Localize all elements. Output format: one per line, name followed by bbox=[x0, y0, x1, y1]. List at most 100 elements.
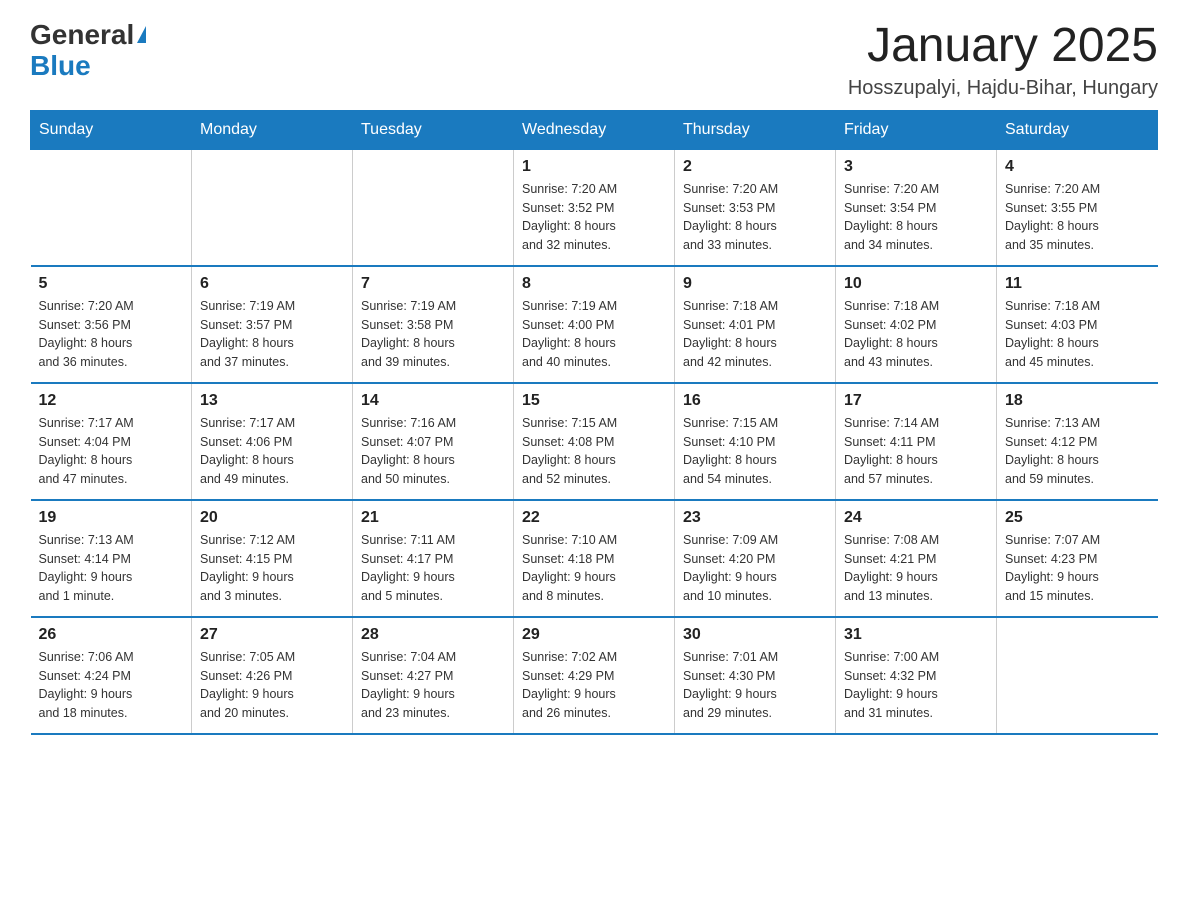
day-cell-4: 4 Sunrise: 7:20 AM Sunset: 3:55 PM Daylig… bbox=[997, 149, 1158, 266]
day-number: 6 bbox=[200, 275, 344, 293]
day-cell-22: 22Sunrise: 7:10 AM Sunset: 4:18 PM Dayli… bbox=[514, 500, 675, 617]
day-info: Sunrise: 7:15 AM Sunset: 4:08 PM Dayligh… bbox=[522, 414, 666, 489]
day-cell-6: 6 Sunrise: 7:19 AM Sunset: 3:57 PM Daylig… bbox=[192, 266, 353, 383]
day-number: 14 bbox=[361, 392, 505, 410]
day-info: Sunrise: 7:20 AM Sunset: 3:55 PM Dayligh… bbox=[1005, 180, 1150, 255]
day-info: Sunrise: 7:17 AM Sunset: 4:06 PM Dayligh… bbox=[200, 414, 344, 489]
day-info: Sunrise: 7:02 AM Sunset: 4:29 PM Dayligh… bbox=[522, 648, 666, 723]
day-cell-3: 3 Sunrise: 7:20 AM Sunset: 3:54 PM Daylig… bbox=[836, 149, 997, 266]
week-row-1: 1 Sunrise: 7:20 AM Sunset: 3:52 PM Daylig… bbox=[31, 149, 1158, 266]
day-cell-21: 21 Sunrise: 7:11 AM Sunset: 4:17 PM Dayli… bbox=[353, 500, 514, 617]
month-title: January 2025 bbox=[848, 20, 1158, 73]
day-info: Sunrise: 7:08 AM Sunset: 4:21 PM Dayligh… bbox=[844, 531, 988, 606]
day-info: Sunrise: 7:06 AM Sunset: 4:24 PM Dayligh… bbox=[39, 648, 184, 723]
day-info: Sunrise: 7:12 AM Sunset: 4:15 PM Dayligh… bbox=[200, 531, 344, 606]
day-info: Sunrise: 7:18 AM Sunset: 4:02 PM Dayligh… bbox=[844, 297, 988, 372]
day-info: Sunrise: 7:05 AM Sunset: 4:26 PM Dayligh… bbox=[200, 648, 344, 723]
day-number: 31 bbox=[844, 626, 988, 644]
header-day-saturday: Saturday bbox=[997, 110, 1158, 149]
day-number: 18 bbox=[1005, 392, 1150, 410]
day-info: Sunrise: 7:19 AM Sunset: 3:58 PM Dayligh… bbox=[361, 297, 505, 372]
header-day-tuesday: Tuesday bbox=[353, 110, 514, 149]
day-info: Sunrise: 7:18 AM Sunset: 4:01 PM Dayligh… bbox=[683, 297, 827, 372]
week-row-4: 19 Sunrise: 7:13 AM Sunset: 4:14 PM Dayli… bbox=[31, 500, 1158, 617]
day-cell-26: 26 Sunrise: 7:06 AM Sunset: 4:24 PM Dayli… bbox=[31, 617, 192, 734]
day-number: 21 bbox=[361, 509, 505, 527]
day-info: Sunrise: 7:20 AM Sunset: 3:54 PM Dayligh… bbox=[844, 180, 988, 255]
day-number: 19 bbox=[39, 509, 184, 527]
week-row-5: 26 Sunrise: 7:06 AM Sunset: 4:24 PM Dayli… bbox=[31, 617, 1158, 734]
day-number: 15 bbox=[522, 392, 666, 410]
day-number: 3 bbox=[844, 158, 988, 176]
day-cell-30: 30 Sunrise: 7:01 AM Sunset: 4:30 PM Dayli… bbox=[675, 617, 836, 734]
header-day-wednesday: Wednesday bbox=[514, 110, 675, 149]
logo: General Blue bbox=[30, 20, 146, 82]
day-cell-8: 8 Sunrise: 7:19 AM Sunset: 4:00 PM Daylig… bbox=[514, 266, 675, 383]
day-number: 11 bbox=[1005, 275, 1150, 293]
day-number: 20 bbox=[200, 509, 344, 527]
logo-blue: Blue bbox=[30, 51, 146, 82]
day-number: 12 bbox=[39, 392, 184, 410]
day-info: Sunrise: 7:20 AM Sunset: 3:53 PM Dayligh… bbox=[683, 180, 827, 255]
day-cell-11: 11 Sunrise: 7:18 AM Sunset: 4:03 PM Dayli… bbox=[997, 266, 1158, 383]
day-number: 27 bbox=[200, 626, 344, 644]
day-cell-1: 1 Sunrise: 7:20 AM Sunset: 3:52 PM Daylig… bbox=[514, 149, 675, 266]
empty-cell bbox=[997, 617, 1158, 734]
day-number: 9 bbox=[683, 275, 827, 293]
day-info: Sunrise: 7:00 AM Sunset: 4:32 PM Dayligh… bbox=[844, 648, 988, 723]
day-info: Sunrise: 7:19 AM Sunset: 4:00 PM Dayligh… bbox=[522, 297, 666, 372]
day-cell-19: 19 Sunrise: 7:13 AM Sunset: 4:14 PM Dayli… bbox=[31, 500, 192, 617]
day-cell-9: 9 Sunrise: 7:18 AM Sunset: 4:01 PM Daylig… bbox=[675, 266, 836, 383]
day-info: Sunrise: 7:14 AM Sunset: 4:11 PM Dayligh… bbox=[844, 414, 988, 489]
day-info: Sunrise: 7:16 AM Sunset: 4:07 PM Dayligh… bbox=[361, 414, 505, 489]
day-cell-14: 14 Sunrise: 7:16 AM Sunset: 4:07 PM Dayli… bbox=[353, 383, 514, 500]
week-row-2: 5 Sunrise: 7:20 AM Sunset: 3:56 PM Daylig… bbox=[31, 266, 1158, 383]
day-info: Sunrise: 7:10 AM Sunset: 4:18 PM Dayligh… bbox=[522, 531, 666, 606]
day-cell-7: 7 Sunrise: 7:19 AM Sunset: 3:58 PM Daylig… bbox=[353, 266, 514, 383]
title-section: January 2025 Hosszupalyi, Hajdu-Bihar, H… bbox=[848, 20, 1158, 100]
day-info: Sunrise: 7:13 AM Sunset: 4:14 PM Dayligh… bbox=[39, 531, 184, 606]
day-info: Sunrise: 7:13 AM Sunset: 4:12 PM Dayligh… bbox=[1005, 414, 1150, 489]
day-number: 16 bbox=[683, 392, 827, 410]
day-info: Sunrise: 7:17 AM Sunset: 4:04 PM Dayligh… bbox=[39, 414, 184, 489]
day-number: 23 bbox=[683, 509, 827, 527]
day-number: 4 bbox=[1005, 158, 1150, 176]
day-info: Sunrise: 7:20 AM Sunset: 3:52 PM Dayligh… bbox=[522, 180, 666, 255]
day-info: Sunrise: 7:07 AM Sunset: 4:23 PM Dayligh… bbox=[1005, 531, 1150, 606]
day-number: 7 bbox=[361, 275, 505, 293]
day-cell-18: 18 Sunrise: 7:13 AM Sunset: 4:12 PM Dayli… bbox=[997, 383, 1158, 500]
day-info: Sunrise: 7:20 AM Sunset: 3:56 PM Dayligh… bbox=[39, 297, 184, 372]
day-number: 29 bbox=[522, 626, 666, 644]
day-info: Sunrise: 7:11 AM Sunset: 4:17 PM Dayligh… bbox=[361, 531, 505, 606]
logo-general: General bbox=[30, 20, 134, 51]
day-number: 25 bbox=[1005, 509, 1150, 527]
page-header: General Blue January 2025 Hosszupalyi, H… bbox=[30, 20, 1158, 100]
day-cell-5: 5 Sunrise: 7:20 AM Sunset: 3:56 PM Daylig… bbox=[31, 266, 192, 383]
header-day-sunday: Sunday bbox=[31, 110, 192, 149]
day-cell-15: 15 Sunrise: 7:15 AM Sunset: 4:08 PM Dayli… bbox=[514, 383, 675, 500]
day-info: Sunrise: 7:01 AM Sunset: 4:30 PM Dayligh… bbox=[683, 648, 827, 723]
logo-triangle-icon bbox=[137, 26, 146, 43]
empty-cell bbox=[31, 149, 192, 266]
day-cell-24: 24Sunrise: 7:08 AM Sunset: 4:21 PM Dayli… bbox=[836, 500, 997, 617]
header-day-friday: Friday bbox=[836, 110, 997, 149]
day-cell-29: 29 Sunrise: 7:02 AM Sunset: 4:29 PM Dayli… bbox=[514, 617, 675, 734]
day-number: 8 bbox=[522, 275, 666, 293]
header-day-thursday: Thursday bbox=[675, 110, 836, 149]
day-cell-31: 31 Sunrise: 7:00 AM Sunset: 4:32 PM Dayli… bbox=[836, 617, 997, 734]
day-info: Sunrise: 7:18 AM Sunset: 4:03 PM Dayligh… bbox=[1005, 297, 1150, 372]
day-number: 30 bbox=[683, 626, 827, 644]
day-cell-2: 2Sunrise: 7:20 AM Sunset: 3:53 PM Daylig… bbox=[675, 149, 836, 266]
day-cell-10: 10Sunrise: 7:18 AM Sunset: 4:02 PM Dayli… bbox=[836, 266, 997, 383]
empty-cell bbox=[353, 149, 514, 266]
day-number: 26 bbox=[39, 626, 184, 644]
day-number: 5 bbox=[39, 275, 184, 293]
day-info: Sunrise: 7:19 AM Sunset: 3:57 PM Dayligh… bbox=[200, 297, 344, 372]
header-day-monday: Monday bbox=[192, 110, 353, 149]
day-cell-25: 25 Sunrise: 7:07 AM Sunset: 4:23 PM Dayli… bbox=[997, 500, 1158, 617]
day-number: 1 bbox=[522, 158, 666, 176]
header-row: SundayMondayTuesdayWednesdayThursdayFrid… bbox=[31, 110, 1158, 149]
day-cell-27: 27 Sunrise: 7:05 AM Sunset: 4:26 PM Dayli… bbox=[192, 617, 353, 734]
empty-cell bbox=[192, 149, 353, 266]
day-cell-17: 17Sunrise: 7:14 AM Sunset: 4:11 PM Dayli… bbox=[836, 383, 997, 500]
